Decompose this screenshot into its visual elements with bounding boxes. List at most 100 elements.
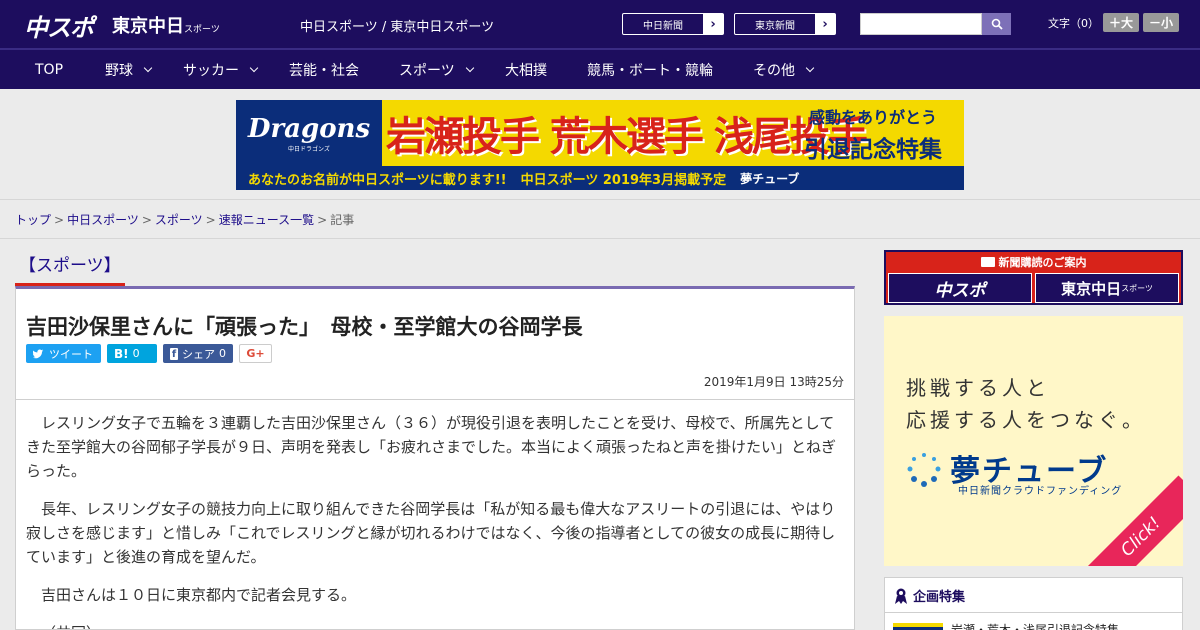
share-buttons: ツイート B! 0 f シェア 0 G+ (26, 344, 272, 363)
special-title-text: 企画特集 (913, 590, 966, 605)
chevron-down-icon (143, 63, 153, 72)
chevron-right-icon: › (703, 14, 723, 34)
tokyo-chunichi-logo[interactable]: 東京中日スポーツ (112, 12, 220, 38)
banner-yume: 夢チューブ (740, 171, 800, 186)
nav-racing[interactable]: 競馬・ボート・競輪 (587, 50, 713, 89)
nav-label: 大相撲 (505, 62, 547, 79)
nav-baseball[interactable]: 野球 (105, 50, 153, 89)
subscribe-b-small: スポーツ (1121, 283, 1153, 293)
font-size-control: 文字（0） ＋大 －小 (1048, 13, 1180, 32)
site-title[interactable]: 中日スポーツ / 東京中日スポーツ (300, 16, 494, 35)
article-date: 2019年1月9日 13時25分 (703, 375, 844, 389)
ribbon-icon (895, 588, 907, 604)
article: 吉田沙保里さんに「頑張った」 母校・至学館大の谷岡学長 ツイート B! 0 f … (15, 286, 855, 630)
section-label: 【スポーツ】 (15, 250, 125, 286)
hatena-bookmark-button[interactable]: B! 0 (107, 344, 157, 363)
nav-sports[interactable]: スポーツ (399, 50, 474, 89)
chuspo-logo[interactable]: 中スポ (24, 8, 94, 43)
google-plus-icon: G+ (246, 347, 265, 360)
font-size-label: 文字（0） (1048, 16, 1099, 30)
dragons-sub: 中日ドラゴンズ (288, 145, 330, 153)
banner-area: Dragons 中日ドラゴンズ 岩瀬投手 荒木選手 浅尾投手 感動をありがとう … (0, 89, 1200, 200)
nav-label: 野球 (105, 62, 133, 79)
tokyo-logo-sub: スポーツ (184, 25, 220, 35)
nav-top[interactable]: TOP (35, 50, 63, 89)
banner-msg2: 引退記念特集 (804, 137, 942, 163)
breadcrumb: トップ > 中日スポーツ > スポーツ > 速報ニュース一覧 > 記事 (15, 211, 354, 228)
breadcrumb-divider (0, 238, 1200, 239)
nav-label: サッカー (183, 62, 239, 79)
breadcrumb-news-list[interactable]: 速報ニュース一覧 (219, 213, 314, 227)
article-title: 吉田沙保里さんに「頑張った」 母校・至学館大の谷岡学長 (26, 315, 583, 339)
nav-sumo[interactable]: 大相撲 (505, 50, 547, 89)
search-box (860, 13, 1011, 35)
breadcrumb-sports[interactable]: スポーツ (155, 213, 203, 227)
banner-top: Dragons 中日ドラゴンズ 岩瀬投手 荒木選手 浅尾投手 感動をありがとう … (236, 100, 964, 166)
nav-entertainment[interactable]: 芸能・社会 (289, 50, 359, 89)
special-features-box: 企画特集 岩瀬・荒木・浅尾引退記念特集 (884, 577, 1183, 630)
breadcrumb-sep: > (54, 213, 65, 227)
breadcrumb-current: 記事 (330, 213, 355, 227)
banner-bottom: あなたのお名前が中日スポーツに載ります!! 中日スポーツ 2019年3月掲載予定… (236, 166, 964, 190)
special-item[interactable]: 岩瀬・荒木・浅尾引退記念特集 (893, 621, 1119, 630)
yume-dots-icon (907, 453, 941, 487)
nav-other[interactable]: その他 (753, 50, 815, 89)
breadcrumb-sep: > (205, 213, 216, 227)
nav-label: 競馬・ボート・競輪 (587, 62, 713, 79)
hatena-count: 0 (132, 347, 140, 360)
dragons-logo: Dragons 中日ドラゴンズ (236, 100, 382, 166)
search-button[interactable] (982, 13, 1011, 35)
font-smaller-button[interactable]: －小 (1143, 13, 1180, 32)
article-header: 吉田沙保里さんに「頑張った」 母校・至学館大の谷岡学長 ツイート B! 0 f … (16, 289, 854, 400)
chevron-down-icon (249, 63, 259, 72)
chevron-down-icon (805, 63, 815, 72)
facebook-icon: f (170, 347, 178, 360)
font-bigger-button[interactable]: ＋大 (1103, 13, 1140, 32)
search-input[interactable] (860, 13, 982, 35)
special-thumb (893, 622, 943, 630)
ad-sub: 中日新聞クラウドファンディング (958, 486, 1123, 497)
facebook-share-button[interactable]: f シェア 0 (163, 344, 233, 363)
ad-line2: 応援する人をつなぐ。 (906, 408, 1146, 432)
tweet-button[interactable]: ツイート (26, 344, 101, 363)
banner-msg1: 感動をありがとう (808, 108, 937, 127)
banner-message: 感動をありがとう 引退記念特集 (784, 104, 962, 164)
nav-soccer[interactable]: サッカー (183, 50, 259, 89)
breadcrumb-sep: > (317, 213, 328, 227)
subscribe-chuspo-button[interactable]: 中スポ (888, 273, 1032, 303)
tokyo-shimbun-link[interactable]: 東京新聞 › (734, 13, 836, 35)
subscribe-tokyo-chunichi-button[interactable]: 東京中日 スポーツ (1035, 273, 1179, 303)
special-divider (885, 612, 1182, 613)
breadcrumb-top[interactable]: トップ (15, 213, 51, 227)
chevron-right-icon: › (815, 14, 835, 34)
tokyo-logo-text: 東京中日 (112, 16, 184, 37)
newspaper-icon (980, 256, 995, 267)
ext-link-label: 東京新聞 (755, 20, 795, 32)
breadcrumb-sep: > (141, 213, 152, 227)
subscription-title: 新聞購読のご案内 (886, 252, 1181, 271)
google-plus-button[interactable]: G+ (239, 344, 272, 363)
search-icon (991, 18, 1003, 30)
hatena-icon: B! (114, 346, 129, 361)
special-item-label: 岩瀬・荒木・浅尾引退記念特集 (951, 623, 1120, 630)
tweet-label: ツイート (49, 347, 93, 361)
yume-tube-ad[interactable]: 挑戦する人と 応援する人をつなぐ。 夢チューブ 中日新聞クラウドファンディング … (884, 316, 1183, 566)
facebook-count: 0 (219, 347, 226, 360)
chunichi-shimbun-link[interactable]: 中日新聞 › (622, 13, 724, 35)
article-paragraph: 長年、レスリング女子の競技力向上に取り組んできた谷岡学長は「私が知る最も偉大なア… (26, 500, 836, 566)
banner-bottom-date: 中日スポーツ 2019年3月掲載予定 (520, 172, 727, 188)
article-paragraph: 吉田さんは１０日に東京都内で記者会見する。 (41, 586, 357, 604)
article-body: レスリング女子で五輪を３連覇した吉田沙保里さん（３６）が現役引退を表明したことを… (26, 411, 846, 629)
article-paragraph: （共同） (26, 621, 846, 629)
special-features-title: 企画特集 (895, 586, 965, 605)
retirement-special-banner[interactable]: Dragons 中日ドラゴンズ 岩瀬投手 荒木選手 浅尾投手 感動をありがとう … (236, 100, 964, 190)
breadcrumb-chunichi-sports[interactable]: 中日スポーツ (67, 213, 139, 227)
subscription-title-text: 新聞購読のご案内 (998, 255, 1087, 269)
chevron-down-icon (465, 63, 474, 72)
nav-label: その他 (753, 62, 795, 79)
banner-bottom-text: あなたのお名前が中日スポーツに載ります!! (248, 172, 507, 188)
facebook-label: シェア (182, 347, 215, 361)
nav-label: TOP (35, 61, 64, 78)
ad-line1: 挑戦する人と (906, 376, 1050, 400)
subscribe-b-text: 東京中日 (1061, 279, 1122, 298)
